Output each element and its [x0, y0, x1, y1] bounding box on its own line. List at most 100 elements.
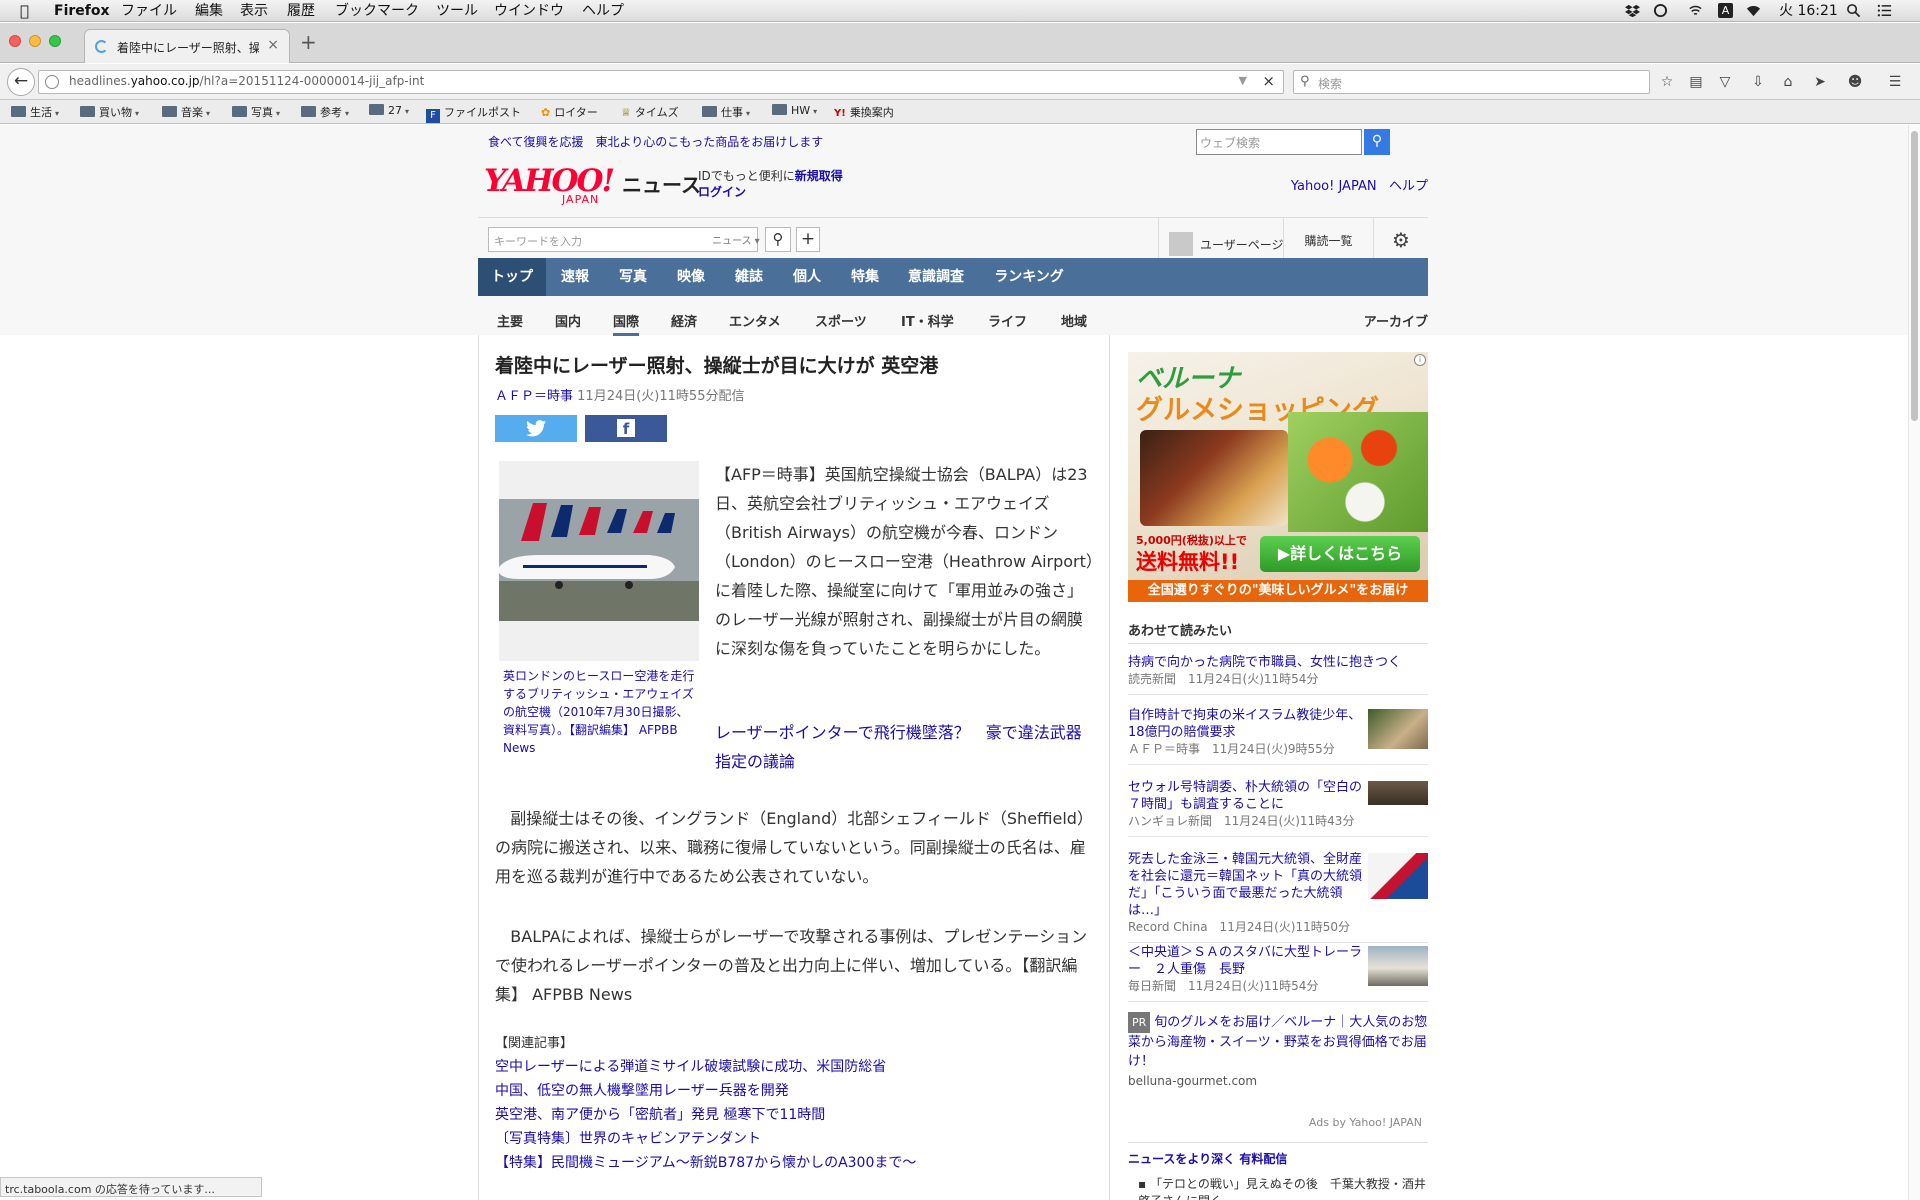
twitter-share-button[interactable]	[495, 415, 577, 442]
keyword-scope-select[interactable]: ニュース ▾	[712, 232, 760, 247]
inline-related-link[interactable]: レーザーポインターで飛行機墜落？ 豪で違法武器指定の議論	[715, 718, 1095, 776]
recommended-title[interactable]: 死去した金泳三・韓国元大統領、全財産を社会に還元＝韓国ネット「真の大統領だ」「こ…	[1128, 851, 1364, 919]
recommended-title[interactable]: ＜中央道＞ＳＡのスタバに大型トレーラー ２人重傷 長野	[1128, 944, 1364, 978]
recommended-title[interactable]: 自作時計で拘束の米イスラム教徒少年、18億円の賠償要求	[1128, 707, 1364, 741]
vertical-scrollbar[interactable]	[1908, 125, 1920, 1200]
menu-tools[interactable]: ツール	[436, 0, 478, 22]
downloads-icon[interactable]: ⇩	[1749, 73, 1767, 91]
snav-international[interactable]: 国際	[613, 311, 640, 336]
bookmark-folder-ongaku[interactable]: 音楽 ▾	[162, 104, 210, 120]
snav-sports[interactable]: スポーツ	[815, 311, 867, 330]
spotlight-icon[interactable]	[1846, 3, 1861, 18]
facebook-share-button[interactable]: f	[585, 415, 667, 442]
banner-ad[interactable]: i ベルーナ グルメショッピング 5,000円(税抜)以上で 送料無料!! ▶詳…	[1128, 352, 1428, 602]
home-icon[interactable]: ⌂	[1779, 73, 1797, 91]
close-window-button[interactable]	[9, 35, 21, 47]
promo-link[interactable]: 食べて復興を応援 東北より心のこもった商品をお届けします	[488, 133, 823, 150]
search-bar[interactable]: ⚲ 検索	[1293, 70, 1650, 94]
bookmark-folder-sankou[interactable]: 参考 ▾	[301, 104, 349, 120]
paid-news-heading[interactable]: ニュースをより深く 有料配信	[1128, 1142, 1428, 1167]
bookmark-folder-27[interactable]: 27 ▾	[369, 104, 409, 117]
pr-ad[interactable]: PR 旬のグルメをお届け／ベルーナ｜大人気のお惣菜から海産物・スイーツ・野菜をお買…	[1128, 1012, 1428, 1088]
news-section-title[interactable]: ニュース	[622, 169, 701, 198]
snav-regional[interactable]: 地域	[1061, 311, 1087, 330]
bookmark-folder-kaimono[interactable]: 買い物 ▾	[80, 104, 139, 120]
web-search-input[interactable]: ウェブ検索	[1196, 129, 1362, 155]
yahoo-japan-link[interactable]: Yahoo! JAPAN	[1291, 179, 1377, 194]
snav-entertainment[interactable]: エンタメ	[729, 311, 781, 330]
settings-button[interactable]: ⚙	[1373, 218, 1428, 262]
snav-economy[interactable]: 経済	[671, 311, 697, 330]
snav-life[interactable]: ライフ	[988, 311, 1027, 330]
web-search-button[interactable]: ⚲	[1364, 129, 1390, 155]
apple-icon[interactable]: 	[20, 0, 29, 22]
new-tab-button[interactable]: +	[300, 30, 317, 54]
menu-window[interactable]: ウインドウ	[494, 0, 564, 22]
close-tab-icon[interactable]: ×	[267, 37, 279, 53]
input-method-icon[interactable]: A	[1718, 3, 1733, 18]
bookmark-filepost[interactable]: F ファイルポスト	[426, 104, 521, 123]
related-article-link[interactable]: 中国、低空の無人機撃墜用レーザー兵器を開発	[495, 1079, 916, 1103]
gnav-ranking[interactable]: ランキング	[978, 258, 1080, 296]
article-photo[interactable]	[499, 461, 699, 661]
related-article-link[interactable]: 〔写真特集〕世界のキャビンアテンダント	[495, 1127, 916, 1151]
url-bar[interactable]: headlines.yahoo.co.jp/hl?a=20151124-0000…	[38, 70, 1284, 94]
bookmark-star-icon[interactable]: ☆	[1658, 73, 1676, 91]
bookmark-folder-hw[interactable]: HW ▾	[772, 104, 817, 117]
bookmark-reuters[interactable]: ✿ ロイター	[541, 104, 598, 120]
wifi-sync-icon[interactable]	[1688, 3, 1703, 18]
snav-main[interactable]: 主要	[497, 311, 523, 330]
send-icon[interactable]: ➤	[1811, 73, 1829, 91]
reading-list-icon[interactable]: ▤	[1687, 73, 1705, 91]
keyword-search-button[interactable]: ⚲	[765, 227, 791, 252]
gnav-photo[interactable]: 写真	[604, 258, 662, 296]
menu-view[interactable]: 表示	[240, 0, 268, 22]
gnav-breaking[interactable]: 速報	[546, 258, 604, 296]
recommended-item[interactable]: セウォル号特調委、朴大統領の「空白の７時間」も調査することに ハンギョレ新聞 1…	[1128, 779, 1428, 837]
paid-news-item[interactable]: ▪ 「テロとの戦い」見えぬその後 千葉大教授・酒井啓子さんに聞く	[1138, 1176, 1428, 1200]
recommended-title[interactable]: セウォル号特調委、朴大統領の「空白の７時間」も調査することに	[1128, 779, 1364, 813]
recommended-item[interactable]: 死去した金泳三・韓国元大統領、全財産を社会に還元＝韓国ネット「真の大統領だ」「こ…	[1128, 851, 1428, 943]
article-source-link[interactable]: ＡＦＰ＝時事	[495, 389, 573, 404]
login-link[interactable]: ログイン	[698, 185, 746, 199]
register-link[interactable]: 新規取得	[795, 169, 843, 183]
scrollbar-thumb[interactable]	[1911, 131, 1918, 421]
ad-info-icon[interactable]: i	[1414, 354, 1426, 366]
related-article-link[interactable]: 【特集】民間機ミュージアム〜新鋭B787から懐かしのA300まで〜	[495, 1151, 916, 1175]
ad-details-button[interactable]: ▶詳しくはこちら	[1260, 536, 1420, 572]
bookmark-folder-seikatsu[interactable]: 生活 ▾	[11, 104, 59, 120]
zoom-window-button[interactable]	[49, 35, 61, 47]
gnav-top[interactable]: トップ	[478, 258, 546, 296]
dropbox-icon[interactable]	[1625, 3, 1640, 18]
related-article-link[interactable]: 空中レーザーによる弾道ミサイル破壊試験に成功、米国防総省	[495, 1055, 916, 1079]
hamburger-menu-icon[interactable]: ☰	[1886, 73, 1904, 91]
archive-link[interactable]: アーカイブ	[1364, 311, 1428, 330]
creative-cloud-icon[interactable]	[1653, 3, 1668, 18]
bookmark-times[interactable]: ♕ タイムズ	[621, 104, 679, 120]
minimize-window-button[interactable]	[29, 35, 41, 47]
menu-edit[interactable]: 編集	[195, 0, 223, 22]
subscriptions-link[interactable]: 購読一覧	[1283, 218, 1373, 262]
ads-by-label[interactable]: Ads by Yahoo! JAPAN	[1309, 1116, 1422, 1129]
menu-file[interactable]: ファイル	[121, 0, 177, 22]
gnav-video[interactable]: 映像	[662, 258, 720, 296]
app-name[interactable]: Firefox	[54, 0, 110, 22]
recommended-item[interactable]: 持病で向かった病院で市職員、女性に抱きつく 読売新聞 11月24日(火)11時5…	[1128, 654, 1428, 695]
history-dropdown-icon[interactable]: ▼	[1239, 74, 1247, 87]
bookmark-folder-shashin[interactable]: 写真 ▾	[232, 104, 280, 120]
wifi-icon[interactable]	[1746, 3, 1761, 18]
stop-icon[interactable]: ×	[1262, 72, 1275, 90]
snav-domestic[interactable]: 国内	[555, 311, 581, 330]
notification-center-icon[interactable]	[1877, 3, 1892, 18]
gnav-individual[interactable]: 個人	[778, 258, 836, 296]
hello-chat-icon[interactable]: ☻	[1846, 73, 1864, 91]
recommended-item[interactable]: ＜中央道＞ＳＡのスタバに大型トレーラー ２人重傷 長野 毎日新聞 11月24日(…	[1128, 944, 1428, 1002]
user-page-link[interactable]: ユーザーページ	[1158, 218, 1294, 262]
pocket-icon[interactable]: ▽	[1716, 73, 1734, 91]
related-article-link[interactable]: 英空港、南ア便から「密航者」発見 極寒下で11時間	[495, 1103, 916, 1127]
menu-history[interactable]: 履歴	[287, 0, 315, 22]
menu-help[interactable]: ヘルプ	[582, 0, 624, 22]
recommended-title[interactable]: 持病で向かった病院で市職員、女性に抱きつく	[1128, 654, 1428, 671]
gnav-feature[interactable]: 特集	[836, 258, 894, 296]
gnav-poll[interactable]: 意識調査	[894, 258, 978, 296]
